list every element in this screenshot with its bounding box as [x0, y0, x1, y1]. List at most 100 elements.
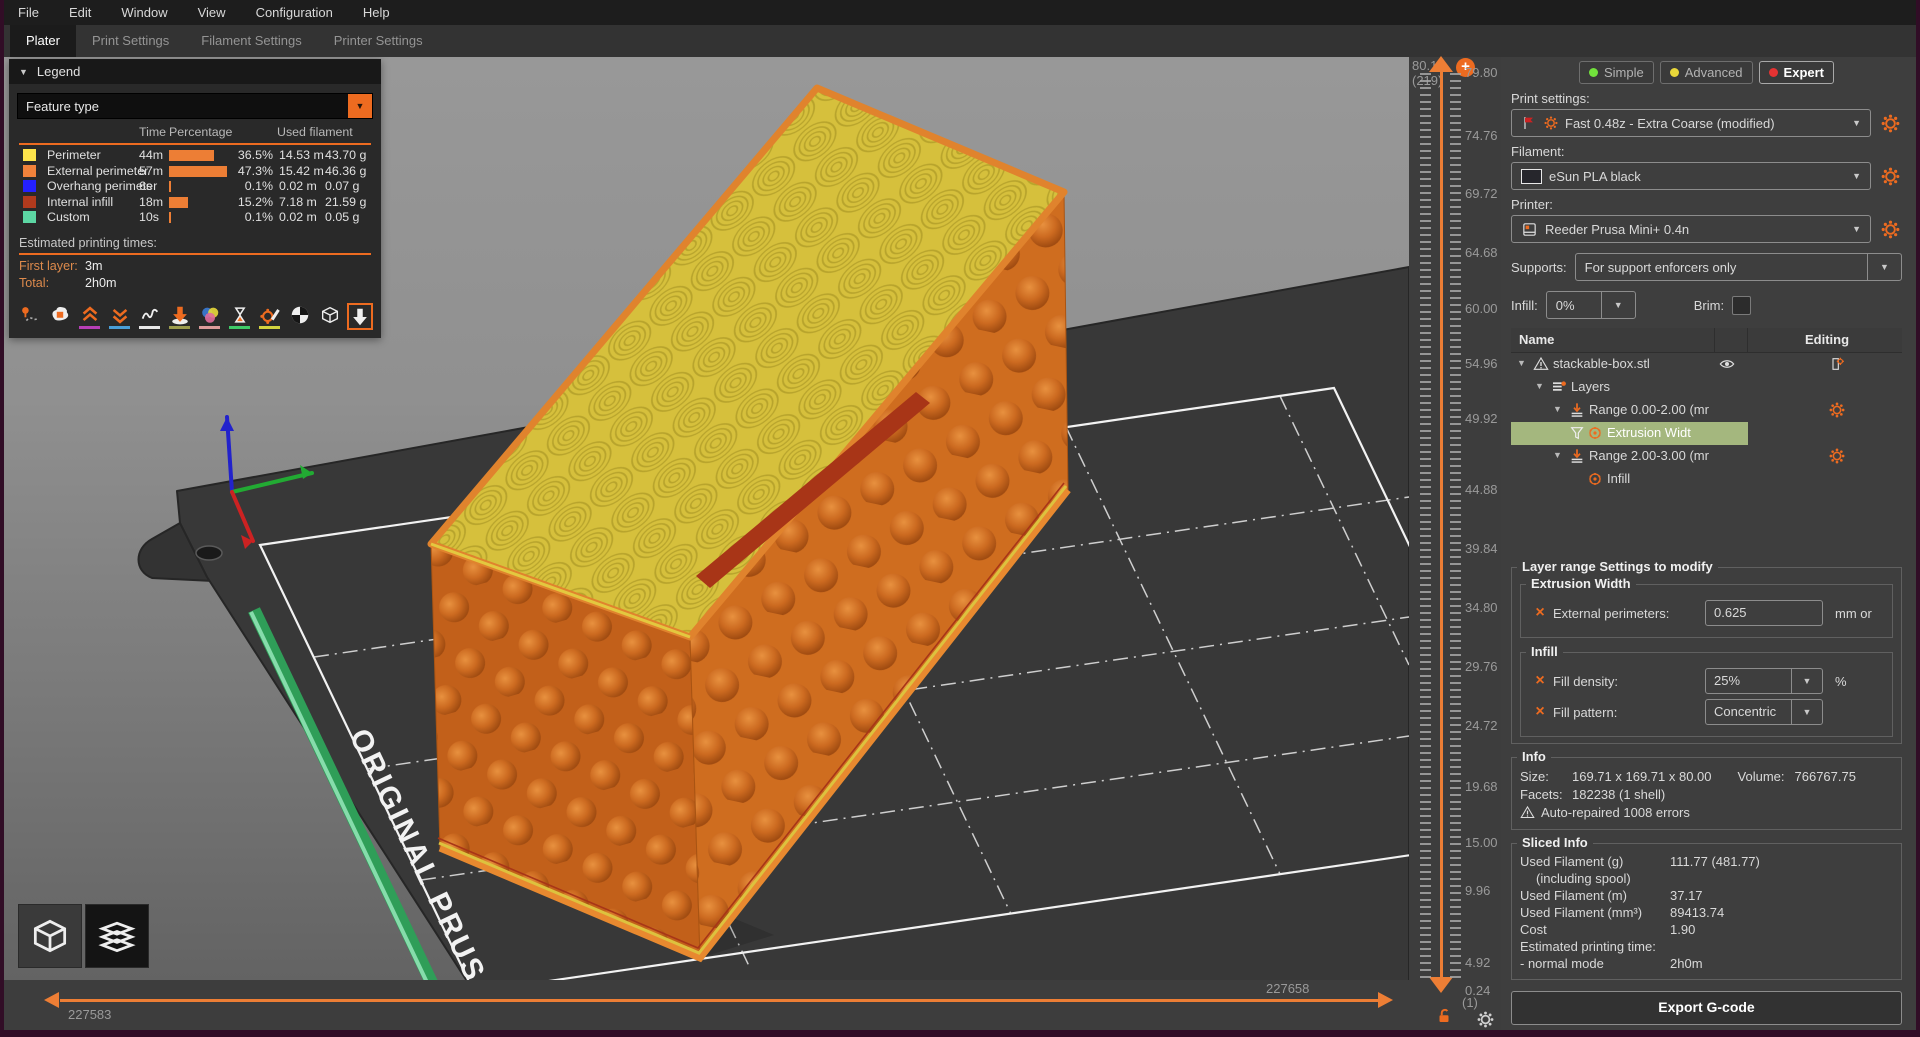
edit-filament-button[interactable] — [1878, 164, 1902, 188]
brim-checkbox[interactable] — [1732, 295, 1752, 315]
box-icon[interactable] — [317, 303, 342, 330]
layer-tick-label: 54.96 — [1465, 356, 1498, 371]
tree-row[interactable]: ▼ Range 0.00-2.00 (mr — [1511, 399, 1902, 422]
legend-toggle-icon[interactable] — [347, 302, 373, 330]
menu-bar: File Edit Window View Configuration Help — [4, 0, 1916, 25]
setting-select[interactable]: 25% ▼ — [1705, 668, 1823, 694]
printer-combo[interactable]: Reeder Prusa Mini+ 0.4n ▼ — [1511, 215, 1871, 243]
menu-item-file[interactable]: File — [18, 5, 39, 20]
slider-settings-gear-icon[interactable] — [1477, 1011, 1494, 1028]
sliced-info-value: 89413.74 — [1670, 905, 1725, 920]
lock-icon[interactable] — [1435, 1007, 1453, 1025]
travel-icon[interactable] — [17, 303, 42, 330]
setting-input[interactable]: 0.625 — [1705, 600, 1823, 626]
tab-printer-settings[interactable]: Printer Settings — [318, 25, 439, 57]
menu-item-edit[interactable]: Edit — [69, 5, 91, 20]
layer-range-title: Layer range Settings to modify — [1517, 559, 1718, 574]
layer-tick-label: 19.68 — [1465, 779, 1498, 794]
supports-combo[interactable]: For support enforcers only ▼ — [1574, 253, 1902, 281]
infill-value: 0% — [1555, 297, 1575, 313]
sliced-info-label: Used Filament (m) — [1520, 888, 1627, 903]
legend-header[interactable]: ▼ Legend — [9, 59, 381, 84]
edit-printer-button[interactable] — [1878, 217, 1902, 241]
mode-expert[interactable]: Expert — [1758, 61, 1835, 84]
feature-length: 0.02 m — [279, 179, 317, 194]
filament-combo[interactable]: eSun PLA black ▼ — [1511, 162, 1871, 190]
color-changes-icon[interactable] — [197, 303, 222, 330]
layer-tick-label: 39.84 — [1465, 541, 1498, 556]
edit-print-settings-button[interactable] — [1878, 111, 1902, 135]
volume-value: 766767.75 — [1794, 769, 1856, 784]
print-settings-combo[interactable]: Fast 0.48z - Extra Coarse (modified) ▼ — [1511, 109, 1871, 137]
deretractions-icon[interactable] — [107, 303, 132, 330]
info-box: Info Size: 169.71 x 169.71 x 80.00 Volum… — [1511, 749, 1902, 830]
sliced-info-row: Used Filament (m) 37.17 — [1520, 888, 1893, 903]
caret-down-icon[interactable]: ▼ — [1553, 404, 1562, 414]
tree-row[interactable]: ▼ stackable-box.stl — [1511, 353, 1902, 376]
mode-switcher: Simple Advanced Expert — [1511, 61, 1902, 84]
caret-down-icon[interactable]: ▼ — [1535, 381, 1544, 391]
tab-print-settings[interactable]: Print Settings — [76, 25, 185, 57]
mode-dot-icon — [1768, 68, 1778, 77]
export-gcode-button[interactable]: Export G-code — [1511, 991, 1902, 1025]
feature-percent-bar — [169, 212, 171, 224]
menu-item-view[interactable]: View — [198, 5, 226, 20]
menu-item-help[interactable]: Help — [363, 5, 390, 20]
tree-editing-header: Editing — [1804, 332, 1850, 347]
mode-dot-icon — [1669, 68, 1679, 77]
hslider-left-handle[interactable] — [44, 992, 59, 1008]
infill-combo[interactable]: 0% ▼ — [1545, 291, 1636, 319]
tree-row[interactable]: Extrusion Widt — [1511, 422, 1902, 445]
funnel-icon — [1569, 425, 1585, 441]
pause-prints-icon[interactable] — [227, 303, 252, 330]
mode-simple[interactable]: Simple — [1578, 61, 1654, 84]
facets-value: 182238 (1 shell) — [1572, 787, 1666, 802]
range-settings-gear-icon[interactable] — [1829, 448, 1845, 464]
tab-filament-settings[interactable]: Filament Settings — [185, 25, 317, 57]
printing-times-title: Estimated printing times: — [19, 235, 157, 250]
remove-setting-icon[interactable]: × — [1527, 604, 1553, 622]
hslider-track[interactable] — [60, 999, 1378, 1002]
tree-row[interactable]: Infill — [1511, 468, 1902, 491]
sliced-info-row: - normal mode 2h0m — [1520, 956, 1893, 971]
custom-gcode-icon[interactable] — [257, 303, 282, 330]
chevron-down-icon: ▼ — [1852, 224, 1861, 234]
range-settings-gear-icon[interactable] — [1829, 402, 1845, 418]
mode-advanced[interactable]: Advanced — [1659, 61, 1753, 84]
view-3d-button[interactable] — [18, 904, 82, 968]
tab-plater[interactable]: Plater — [10, 25, 76, 57]
setting-select[interactable]: Concentric ▼ — [1705, 699, 1823, 725]
caret-down-icon[interactable]: ▼ — [1553, 450, 1562, 460]
vslider-track[interactable] — [1440, 69, 1443, 979]
remove-setting-icon[interactable]: × — [1527, 703, 1553, 721]
combo-arrow-icon[interactable]: ▼ — [348, 94, 372, 118]
menu-item-configuration[interactable]: Configuration — [256, 5, 333, 20]
tool-changes-icon[interactable] — [167, 303, 192, 330]
gcode-preview-viewport[interactable]: ORIGINAL PRUSA M ▼ Legend Feature type ▼… — [4, 57, 1409, 1030]
feature-percent: 0.1% — [244, 210, 273, 225]
object-settings-icon[interactable] — [1829, 356, 1845, 372]
legend-panel: ▼ Legend Feature type ▼ Time Percentage … — [9, 59, 381, 338]
setting-row: × Fill density: 25% ▼% — [1527, 668, 1886, 694]
setting-suffix: mm or — [1835, 605, 1872, 621]
view-type-combo[interactable]: Feature type ▼ — [17, 93, 373, 119]
view-layers-button[interactable] — [85, 904, 149, 968]
wipe-icon[interactable] — [47, 303, 72, 330]
seams-icon[interactable] — [137, 303, 162, 330]
sliced-info-row: Estimated printing time: — [1520, 939, 1893, 954]
layer-tick-label: 34.80 — [1465, 600, 1498, 615]
print-settings-value: Fast 0.48z - Extra Coarse (modified) — [1565, 115, 1775, 131]
retractions-icon[interactable] — [77, 303, 102, 330]
hslider-right-handle[interactable] — [1378, 992, 1393, 1008]
sliced-info-value: 2h0m — [1670, 956, 1703, 971]
caret-down-icon[interactable]: ▼ — [1517, 358, 1526, 368]
menu-item-window[interactable]: Window — [121, 5, 167, 20]
remove-setting-icon[interactable]: × — [1527, 672, 1553, 690]
tree-row[interactable]: ▼ Layers — [1511, 376, 1902, 399]
tree-row[interactable]: ▼ Range 2.00-3.00 (mr — [1511, 445, 1902, 468]
shells-icon[interactable] — [287, 303, 312, 330]
eye-icon[interactable] — [1719, 356, 1735, 372]
layer-tick-label: 24.72 — [1465, 718, 1498, 733]
legend-title: Legend — [36, 64, 81, 79]
bed-screw-hole — [195, 545, 223, 561]
